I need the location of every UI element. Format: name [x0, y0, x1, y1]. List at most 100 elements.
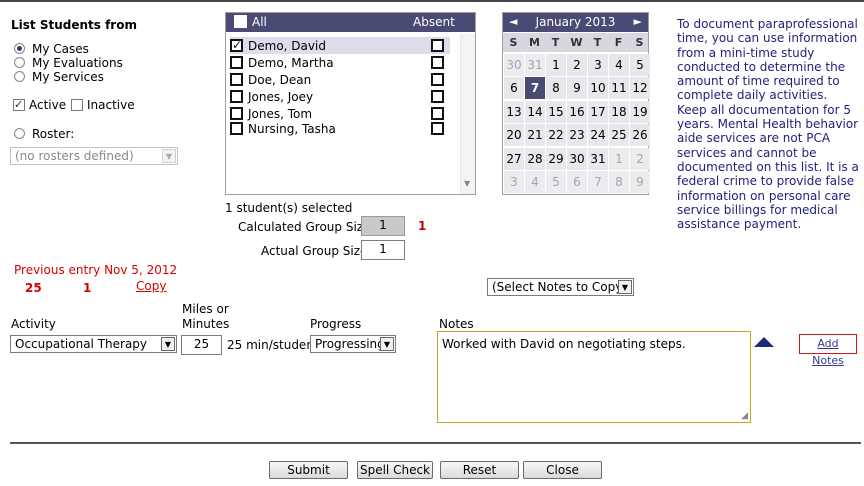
calendar-day[interactable]: 4	[525, 171, 545, 193]
radio-label: My Evaluations	[32, 55, 123, 70]
chevron-down-icon[interactable]: ▼	[162, 149, 176, 163]
calendar-day[interactable]: 31	[588, 148, 608, 170]
calendar-day[interactable]: 26	[630, 124, 650, 146]
radio-icon[interactable]	[14, 57, 25, 68]
calendar-day[interactable]: 25	[609, 124, 629, 146]
calendar-day[interactable]: 22	[546, 124, 566, 146]
calendar-day[interactable]: 5	[546, 171, 566, 193]
calendar-day[interactable]: 13	[504, 101, 524, 123]
radio-roster[interactable]: Roster:	[14, 126, 74, 141]
inactive-checkbox[interactable]: Inactive	[71, 97, 135, 112]
student-row[interactable]: Nursing, Tasha	[230, 120, 450, 137]
spell-check-button[interactable]: Spell Check	[357, 461, 433, 479]
notes-textarea[interactable]: Worked with David on negotiating steps. …	[437, 331, 751, 423]
chevron-down-icon[interactable]: ▼	[161, 337, 175, 351]
calendar-day[interactable]: 7	[588, 171, 608, 193]
radio-icon[interactable]	[14, 43, 25, 54]
calendar-day[interactable]: 21	[525, 124, 545, 146]
calendar-day[interactable]: 2	[567, 54, 587, 76]
submit-button[interactable]: Submit	[269, 461, 348, 479]
roster-select[interactable]: (no rosters defined) ▼	[10, 147, 178, 165]
calendar-day[interactable]: 1	[546, 54, 566, 76]
calendar-day[interactable]: 30	[567, 148, 587, 170]
student-row[interactable]: Jones, Joey	[230, 88, 450, 105]
calendar-day[interactable]: 19	[630, 101, 650, 123]
calendar-day[interactable]: 11	[609, 77, 629, 99]
scroll-down-icon[interactable]: ▼	[464, 179, 470, 188]
calendar-day[interactable]: 3	[588, 54, 608, 76]
calendar-day[interactable]: 1	[609, 148, 629, 170]
student-row[interactable]: Demo, David	[230, 37, 450, 54]
calendar-day[interactable]: 17	[588, 101, 608, 123]
absent-checkbox[interactable]	[431, 122, 444, 135]
calendar-day[interactable]: 6	[504, 77, 524, 99]
calendar-day[interactable]: 4	[609, 54, 629, 76]
next-month-icon[interactable]: ►	[634, 15, 642, 28]
student-row[interactable]: Demo, Martha	[230, 54, 450, 71]
calendar-day[interactable]: 29	[546, 148, 566, 170]
close-button[interactable]: Close	[523, 461, 602, 479]
student-checkbox[interactable]	[230, 90, 243, 103]
calendar-day[interactable]: 9	[567, 77, 587, 99]
top-border	[0, 0, 864, 2]
calendar-day[interactable]: 2	[630, 148, 650, 170]
absent-checkbox[interactable]	[431, 90, 444, 103]
select-all-checkbox[interactable]	[234, 15, 247, 28]
calendar-day[interactable]: 10	[588, 77, 608, 99]
student-checkbox[interactable]	[230, 107, 243, 120]
calendar-day[interactable]: 5	[630, 54, 650, 76]
calendar-day[interactable]: 12	[630, 77, 650, 99]
radio-label: My Cases	[32, 41, 89, 56]
student-row[interactable]: Doe, Dean	[230, 71, 450, 88]
checkbox-icon[interactable]	[71, 98, 83, 111]
calculated-group-indicator: 1	[418, 219, 427, 233]
activity-select[interactable]: Occupational Therapy ▼	[10, 335, 177, 353]
calendar-day[interactable]: 27	[504, 148, 524, 170]
add-notes-button[interactable]: Add Notes	[799, 334, 857, 367]
progress-select[interactable]: Progressing ▼	[310, 335, 396, 353]
calendar-day[interactable]: 18	[609, 101, 629, 123]
student-checkbox[interactable]	[230, 56, 243, 69]
radio-my-evaluations[interactable]: My Evaluations	[14, 55, 123, 70]
calendar-day[interactable]: 14	[525, 101, 545, 123]
calendar-day[interactable]: 30	[504, 54, 524, 76]
resize-grip-icon[interactable]: ◢	[741, 411, 748, 421]
calendar-day[interactable]: 16	[567, 101, 587, 123]
chevron-down-icon[interactable]: ▼	[380, 337, 394, 351]
checkbox-icon[interactable]	[13, 98, 25, 111]
student-checkbox[interactable]	[230, 73, 243, 86]
activity-label: Activity	[11, 317, 56, 331]
actual-group-size-input[interactable]: 1	[361, 240, 405, 260]
radio-icon[interactable]	[14, 71, 25, 82]
calendar-day[interactable]: 8	[609, 171, 629, 193]
calendar-day[interactable]: 6	[567, 171, 587, 193]
absent-checkbox[interactable]	[431, 73, 444, 86]
chevron-down-icon[interactable]: ▼	[618, 280, 632, 294]
radio-my-services[interactable]: My Services	[14, 69, 104, 84]
absent-checkbox[interactable]	[431, 56, 444, 69]
calendar-weekday-row: S M T W T F S	[503, 33, 648, 52]
active-checkbox[interactable]: Active	[13, 97, 66, 112]
select-notes-dropdown[interactable]: (Select Notes to Copy) ▼	[487, 278, 634, 296]
copy-link[interactable]: Copy	[136, 279, 166, 293]
reset-button[interactable]: Reset	[440, 461, 519, 479]
calendar-day[interactable]: 20	[504, 124, 524, 146]
calendar-day[interactable]: 15	[546, 101, 566, 123]
absent-checkbox[interactable]	[431, 107, 444, 120]
radio-icon[interactable]	[14, 128, 25, 139]
student-list-scrollbar[interactable]: ▼	[460, 34, 475, 194]
calendar-day[interactable]: 7	[525, 77, 545, 99]
calendar-day[interactable]: 31	[525, 54, 545, 76]
calendar-day[interactable]: 3	[504, 171, 524, 193]
absent-checkbox[interactable]	[431, 39, 444, 52]
student-checkbox[interactable]	[230, 38, 243, 52]
minutes-input[interactable]: 25	[181, 335, 222, 355]
calendar-day[interactable]: 23	[567, 124, 587, 146]
calendar-day[interactable]: 24	[588, 124, 608, 146]
calendar-day[interactable]: 9	[630, 171, 650, 193]
student-checkbox[interactable]	[230, 122, 243, 135]
calendar-day[interactable]: 8	[546, 77, 566, 99]
calendar-day[interactable]: 28	[525, 148, 545, 170]
radio-my-cases[interactable]: My Cases	[14, 41, 89, 56]
collapse-up-icon[interactable]	[754, 337, 774, 347]
